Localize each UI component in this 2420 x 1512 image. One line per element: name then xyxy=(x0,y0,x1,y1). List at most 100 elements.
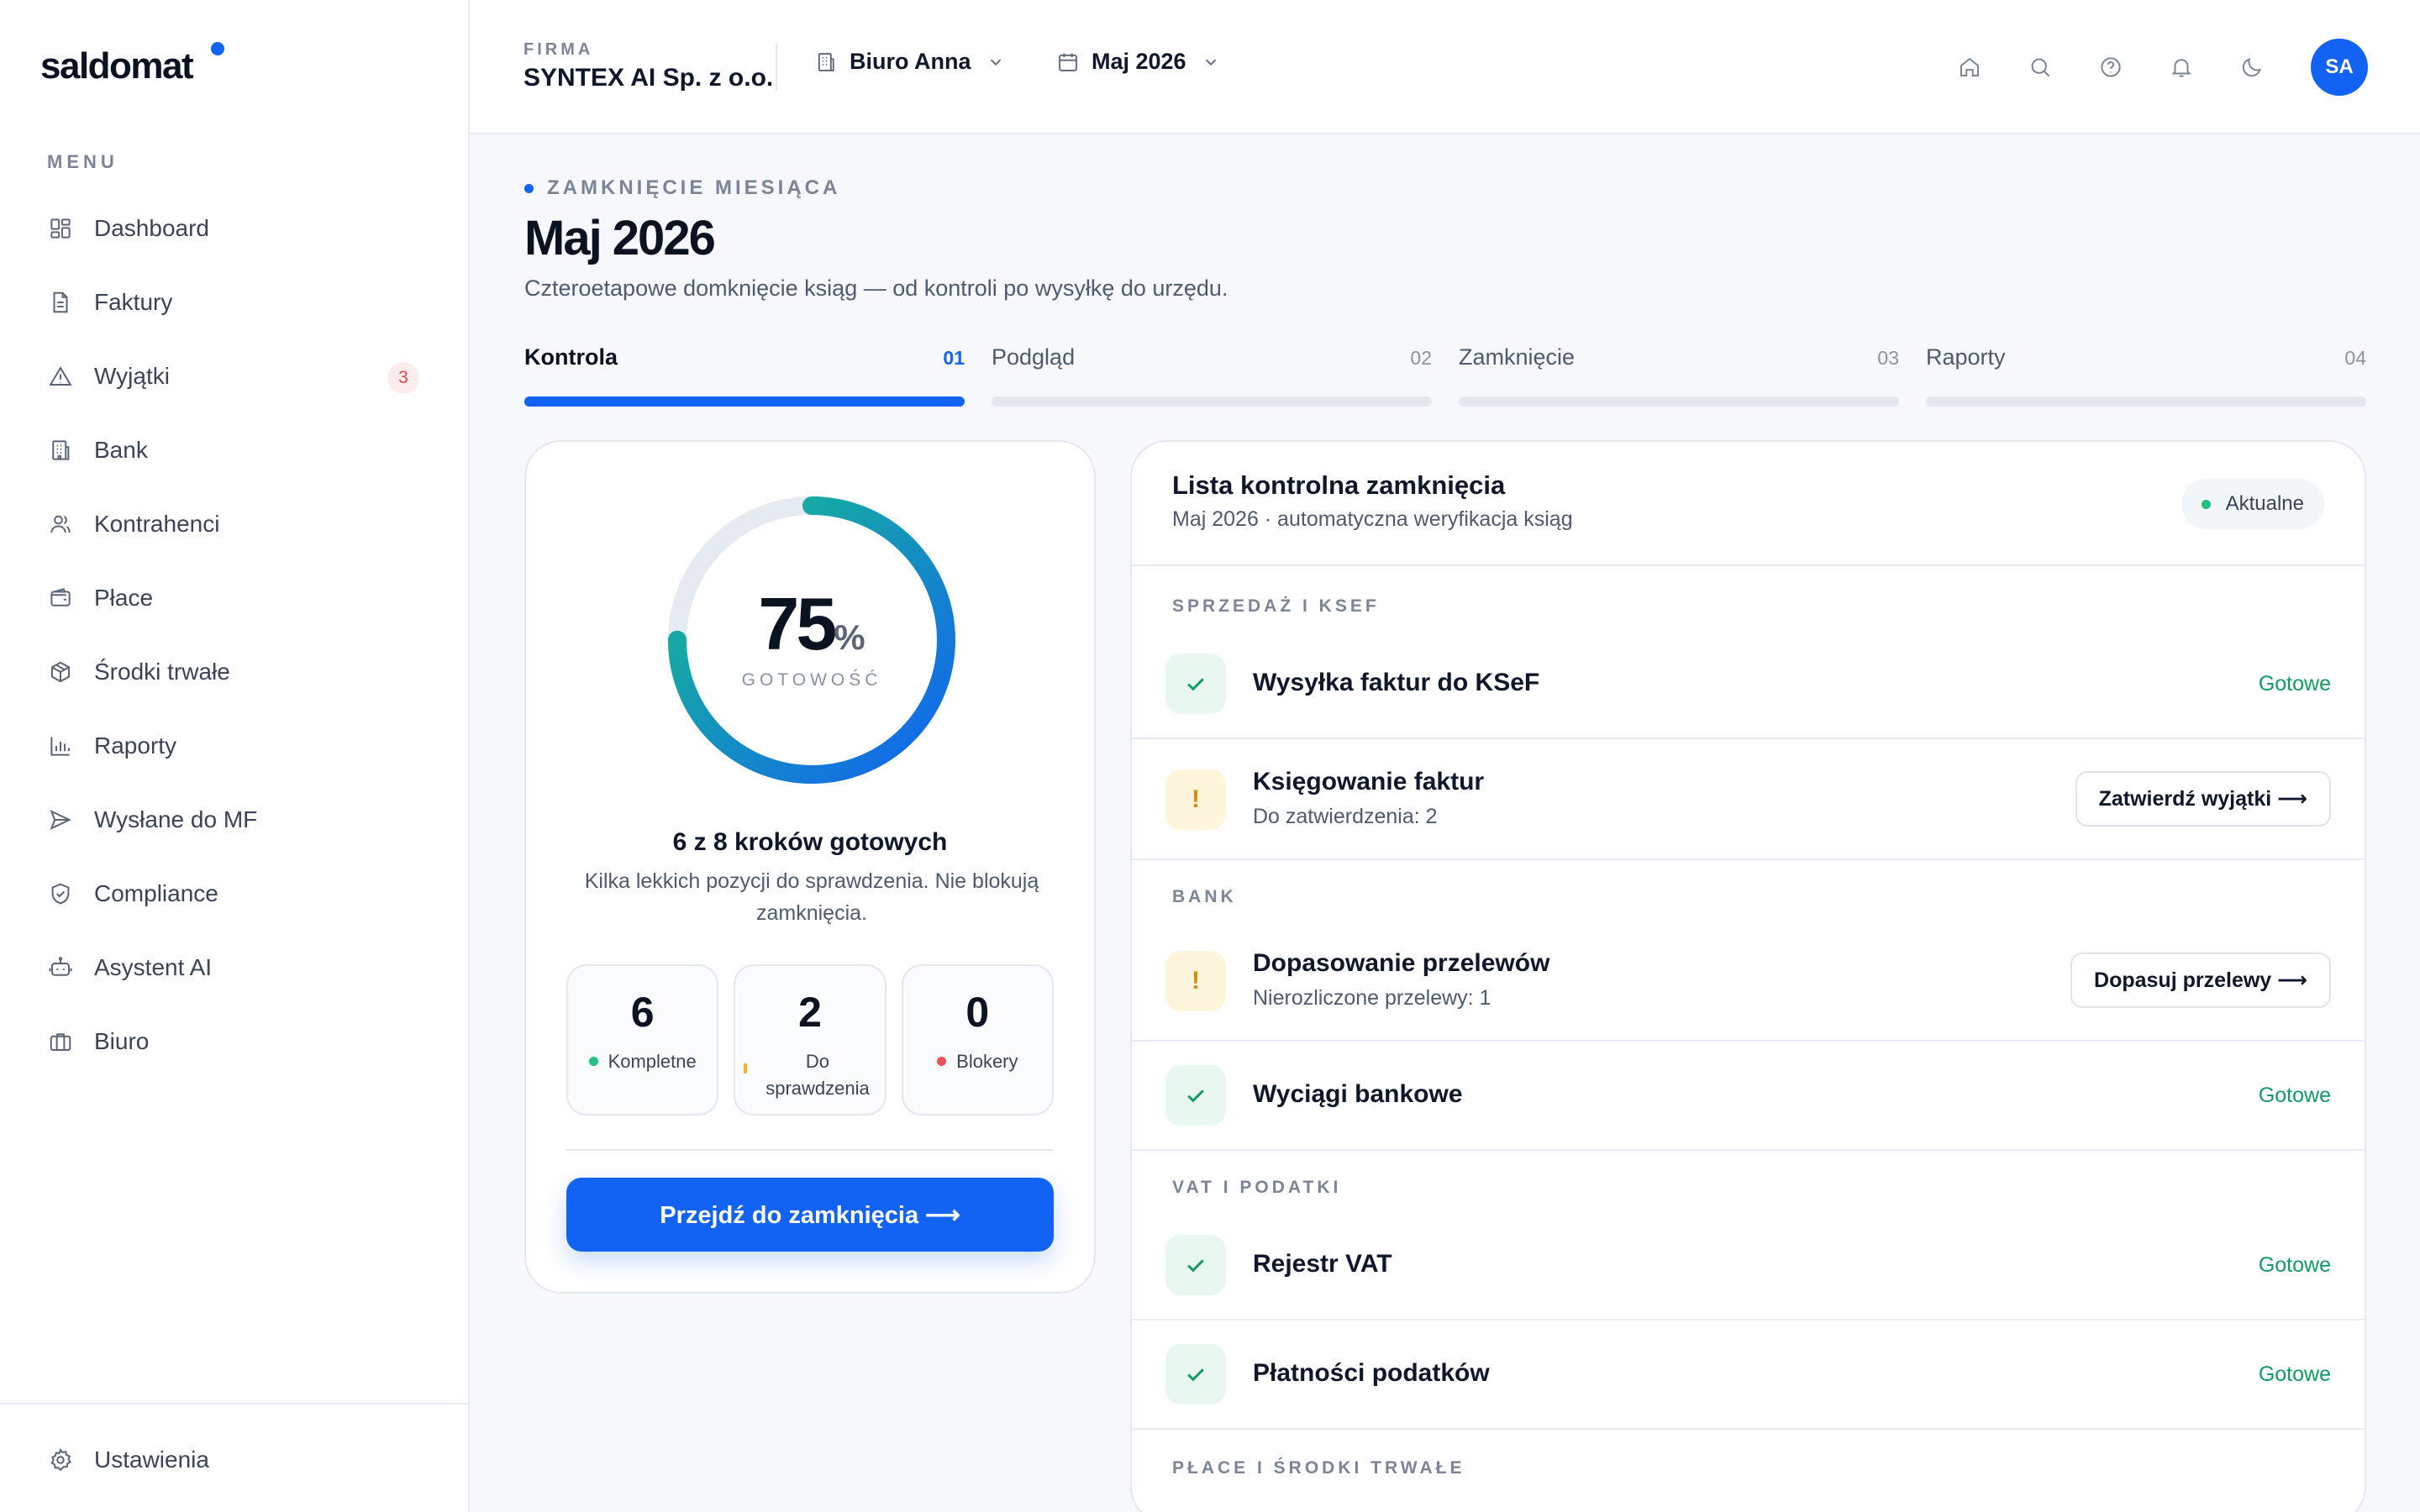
sidebar-item-label: Wyjątki xyxy=(94,363,170,389)
app-logo[interactable]: saldomat xyxy=(40,45,194,87)
sidebar-item-place[interactable]: Płace xyxy=(0,561,468,635)
stat-complete: 6 Kompletne xyxy=(566,964,719,1116)
page-eyebrow-text: ZAMKNIĘCIE MIESIĄCA xyxy=(547,176,841,199)
checklist-row[interactable]: Wysyłka faktur do KSeF Gotowe xyxy=(1132,630,2365,739)
stat-label: Kompletne xyxy=(608,1051,697,1072)
approve-exceptions-button[interactable]: Zatwierdź wyjątki ⟶ xyxy=(2075,771,2331,827)
readiness-card: 75% GOTOWOŚĆ 6 z 8 kroków gotowych Kilka… xyxy=(524,440,1096,1294)
firm-name[interactable]: SYNTEX AI Sp. z o.o. xyxy=(523,64,773,92)
office-selector[interactable]: Biuro Anna xyxy=(814,49,1005,75)
sidebar-item-raporty[interactable]: Raporty xyxy=(0,709,468,783)
exclamation-icon: ! xyxy=(1165,769,1226,830)
check-icon xyxy=(1165,1065,1226,1126)
checklist-row[interactable]: Rejestr VAT Gotowe xyxy=(1132,1211,2365,1320)
card-divider xyxy=(566,1149,1054,1151)
go-to-close-button[interactable]: Przejdź do zamknięcia ⟶ xyxy=(566,1178,1054,1252)
steps-done-subtitle: Kilka lekkich pozycji do sprawdzenia. Ni… xyxy=(584,869,1039,925)
checklist-row[interactable]: ! Dopasowanie przelewów Nierozliczone pr… xyxy=(1132,921,2365,1042)
user-avatar[interactable]: SA xyxy=(2311,39,2368,96)
step-number: 04 xyxy=(2344,347,2366,369)
status-dot xyxy=(744,1063,748,1074)
step-podglad[interactable]: Podgląd 02 xyxy=(992,344,1432,407)
menu-label: MENU xyxy=(47,151,118,172)
row-status: Gotowe xyxy=(2258,1253,2331,1277)
step-progress-bar xyxy=(992,396,1432,407)
shield-icon xyxy=(47,880,74,907)
sidebar-item-label: Asystent AI xyxy=(94,954,213,980)
steps-done-title: 6 z 8 kroków gotowych xyxy=(672,828,948,856)
step-progress-bar xyxy=(524,396,965,407)
match-transfers-button[interactable]: Dopasuj przelewy ⟶ xyxy=(2070,953,2331,1008)
bell-icon[interactable] xyxy=(2146,34,2217,101)
checklist-subtitle: Maj 2026 · automatyczna weryfikacja ksią… xyxy=(1172,507,1573,531)
sidebar-item-srodki-trwale[interactable]: Środki trwałe xyxy=(0,635,468,709)
logo-dot xyxy=(211,42,224,55)
step-number: 01 xyxy=(943,347,965,369)
status-stats: 6 Kompletne 2 Do sprawdzenia 0 Blokery xyxy=(566,964,1054,1116)
sidebar-item-dashboard[interactable]: Dashboard xyxy=(0,192,468,265)
sidebar-item-label: Raporty xyxy=(94,732,177,759)
robot-icon xyxy=(47,954,74,981)
search-icon[interactable] xyxy=(2005,34,2075,101)
step-kontrola[interactable]: Kontrola 01 xyxy=(524,344,965,407)
stat-value: 0 xyxy=(965,989,990,1036)
building-icon xyxy=(814,50,838,74)
step-name: Raporty xyxy=(1926,344,2006,370)
readiness-percent-value: 75 xyxy=(758,582,837,665)
sidebar-item-kontrahenci[interactable]: Kontrahenci xyxy=(0,487,468,561)
status-dot xyxy=(588,1057,598,1066)
sidebar-item-bank[interactable]: Bank xyxy=(0,413,468,487)
bank-icon xyxy=(47,437,74,464)
sidebar-item-faktury[interactable]: Faktury xyxy=(0,265,468,339)
page-eyebrow: ZAMKNIĘCIE MIESIĄCA xyxy=(524,176,840,200)
firm-label: FIRMA xyxy=(523,40,594,59)
wallet-icon xyxy=(47,585,74,612)
header-divider xyxy=(776,44,777,91)
checklist-row[interactable]: Płatności podatków Gotowe xyxy=(1132,1320,2365,1430)
period-selector[interactable]: Maj 2026 xyxy=(1056,49,1220,75)
sidebar-item-settings[interactable]: Ustawienia xyxy=(0,1423,468,1497)
check-icon xyxy=(1165,1235,1226,1295)
step-name: Zamknięcie xyxy=(1459,344,1576,370)
dashboard-icon xyxy=(47,215,74,242)
sidebar-item-label: Faktury xyxy=(94,289,173,315)
header-actions: SA xyxy=(1934,34,2420,101)
stat-value: 6 xyxy=(630,989,655,1036)
checklist-row-title: Księgowanie faktur xyxy=(1253,768,1485,795)
status-dot xyxy=(2201,499,2211,509)
section-label: PŁACE I ŚRODKI TRWAŁE xyxy=(1172,1458,1465,1478)
sidebar-item-biuro[interactable]: Biuro xyxy=(0,1005,468,1079)
row-status: Gotowe xyxy=(2258,1084,2331,1107)
sidebar-item-wyjatki[interactable]: Wyjątki 3 xyxy=(0,339,468,413)
checklist-row-title: Wysyłka faktur do KSeF xyxy=(1253,669,1540,696)
briefcase-icon xyxy=(47,1028,74,1055)
sidebar-item-label: Wysłane do MF xyxy=(94,806,258,832)
home-icon[interactable] xyxy=(1934,34,2005,101)
stat-to-review: 2 Do sprawdzenia xyxy=(734,964,886,1116)
checklist-row-subtitle: Nierozliczone przelewy: 1 xyxy=(1253,986,1491,1010)
status-badge-label: Aktualne xyxy=(2225,492,2304,515)
status-dot xyxy=(937,1057,947,1066)
period-selector-value: Maj 2026 xyxy=(1092,49,1186,74)
sidebar-item-wyslane-do-mf[interactable]: Wysłane do MF xyxy=(0,783,468,857)
check-icon xyxy=(1165,654,1226,714)
sidebar-item-compliance[interactable]: Compliance xyxy=(0,857,468,931)
moon-icon[interactable] xyxy=(2217,34,2287,101)
users-icon xyxy=(47,511,74,538)
checklist-row[interactable]: ! Księgowanie faktur Do zatwierdzenia: 2… xyxy=(1132,739,2365,860)
step-raporty[interactable]: Raporty 04 xyxy=(1926,344,2366,407)
readiness-percent: 75% xyxy=(667,581,956,667)
step-zamkniecie[interactable]: Zamknięcie 03 xyxy=(1459,344,1899,407)
checklist-row[interactable]: Wyciągi bankowe Gotowe xyxy=(1132,1042,2365,1151)
sidebar-item-label: Środki trwałe xyxy=(94,659,230,685)
checklist-row-title: Dopasowanie przelewów xyxy=(1253,949,1550,977)
stat-value: 2 xyxy=(798,989,822,1036)
checklist-title: Lista kontrolna zamknięcia xyxy=(1172,470,1506,500)
section-label: BANK xyxy=(1172,887,1237,906)
sidebar-item-asystent-ai[interactable]: Asystent AI xyxy=(0,931,468,1005)
send-icon xyxy=(47,806,74,833)
row-status: Gotowe xyxy=(2258,1362,2331,1386)
sidebar-item-label: Kontrahenci xyxy=(94,511,220,537)
help-icon[interactable] xyxy=(2075,34,2146,101)
stat-label: Do sprawdzenia xyxy=(765,1051,870,1099)
